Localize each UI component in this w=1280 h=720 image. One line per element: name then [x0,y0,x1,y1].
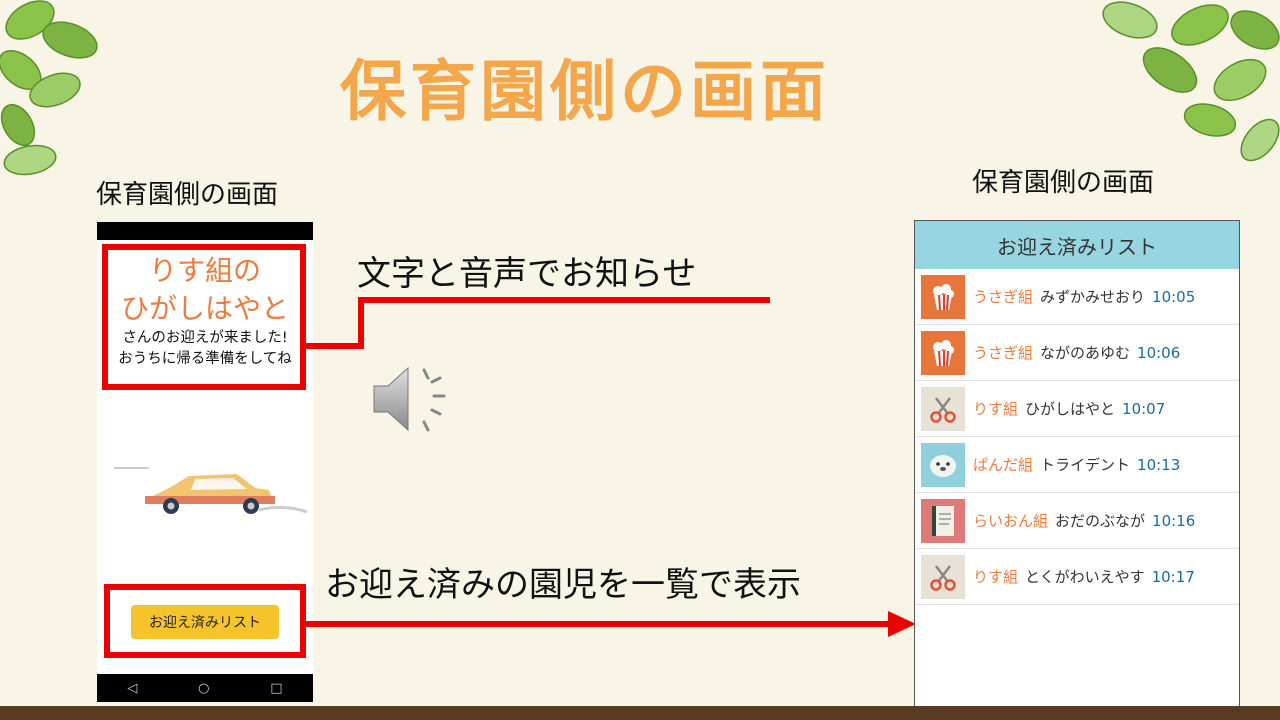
item-class: りす組 [973,400,1019,418]
scissors-icon [921,554,965,599]
item-time: 10:16 [1152,511,1196,530]
speaker-icon [373,366,446,432]
item-time: 10:05 [1152,287,1196,306]
scissors-icon [921,386,965,431]
item-name: とくがわいえやす [1025,568,1145,586]
item-class: うさぎ組 [973,344,1034,362]
list-item[interactable]: らいおん組 おだのぶなが 10:16 [915,493,1239,549]
item-time: 10:17 [1151,567,1195,586]
connector-notice-vertical [358,297,364,349]
caption-right: 保育園側の画面 [972,168,1155,198]
android-nav-bar: ◁ ○ □ [97,674,313,702]
item-time: 10:13 [1137,455,1181,474]
annotation-list: お迎え済みの園児を一覧で表示 [325,565,801,605]
item-class: ぱんだ組 [973,456,1034,474]
list-item[interactable]: ぱんだ組 トライデント 10:13 [915,437,1239,493]
list-item[interactable]: うさぎ組 みずかみせおり 10:05 [915,269,1239,325]
item-class: らいおん組 [973,512,1049,530]
item-name: ひがしはやと [1025,400,1116,418]
highlight-box-notice [102,244,306,390]
item-class: りす組 [973,568,1019,586]
car-illustration [114,467,308,514]
connector-list [306,621,892,627]
item-time: 10:07 [1122,399,1166,418]
slide-title: 保育園側の画面 [340,53,830,130]
list-item[interactable]: うさぎ組 ながのあゆむ 10:06 [915,325,1239,381]
caption-left: 保育園側の画面 [96,180,279,210]
nav-back-icon[interactable]: ◁ [127,681,137,696]
leaves-decoration-left [0,0,98,176]
list-header: お迎え済みリスト [915,221,1239,269]
status-bar [97,222,313,240]
arrow-head-icon [888,611,916,637]
connector-notice [306,343,364,349]
item-name: みずかみせおり [1040,288,1146,306]
annotation-notify: 文字と音声でお知らせ [357,254,697,294]
item-name: トライデント [1040,456,1131,474]
item-class: うさぎ組 [973,288,1034,306]
bottom-strip [0,706,1280,720]
popcorn-icon [921,330,965,375]
item-time: 10:06 [1137,343,1181,362]
leaves-decoration-right [1102,1,1280,162]
item-name: ながのあゆむ [1040,344,1131,362]
picked-up-list-panel: お迎え済みリスト うさぎ組 みずかみせおり 10:05 うさぎ組 ながのあゆむ … [914,220,1240,720]
seal-icon [921,442,965,487]
connector-notice-top [358,297,770,303]
popcorn-icon [921,274,965,319]
list-item[interactable]: りす組 ひがしはやと 10:07 [915,381,1239,437]
highlight-box-button [104,584,306,658]
item-name: おだのぶなが [1055,512,1146,530]
nav-recent-icon[interactable]: □ [270,681,282,696]
notebook-icon [921,498,965,543]
list-item[interactable]: りす組 とくがわいえやす 10:17 [915,549,1239,605]
nav-home-icon[interactable]: ○ [198,681,209,696]
